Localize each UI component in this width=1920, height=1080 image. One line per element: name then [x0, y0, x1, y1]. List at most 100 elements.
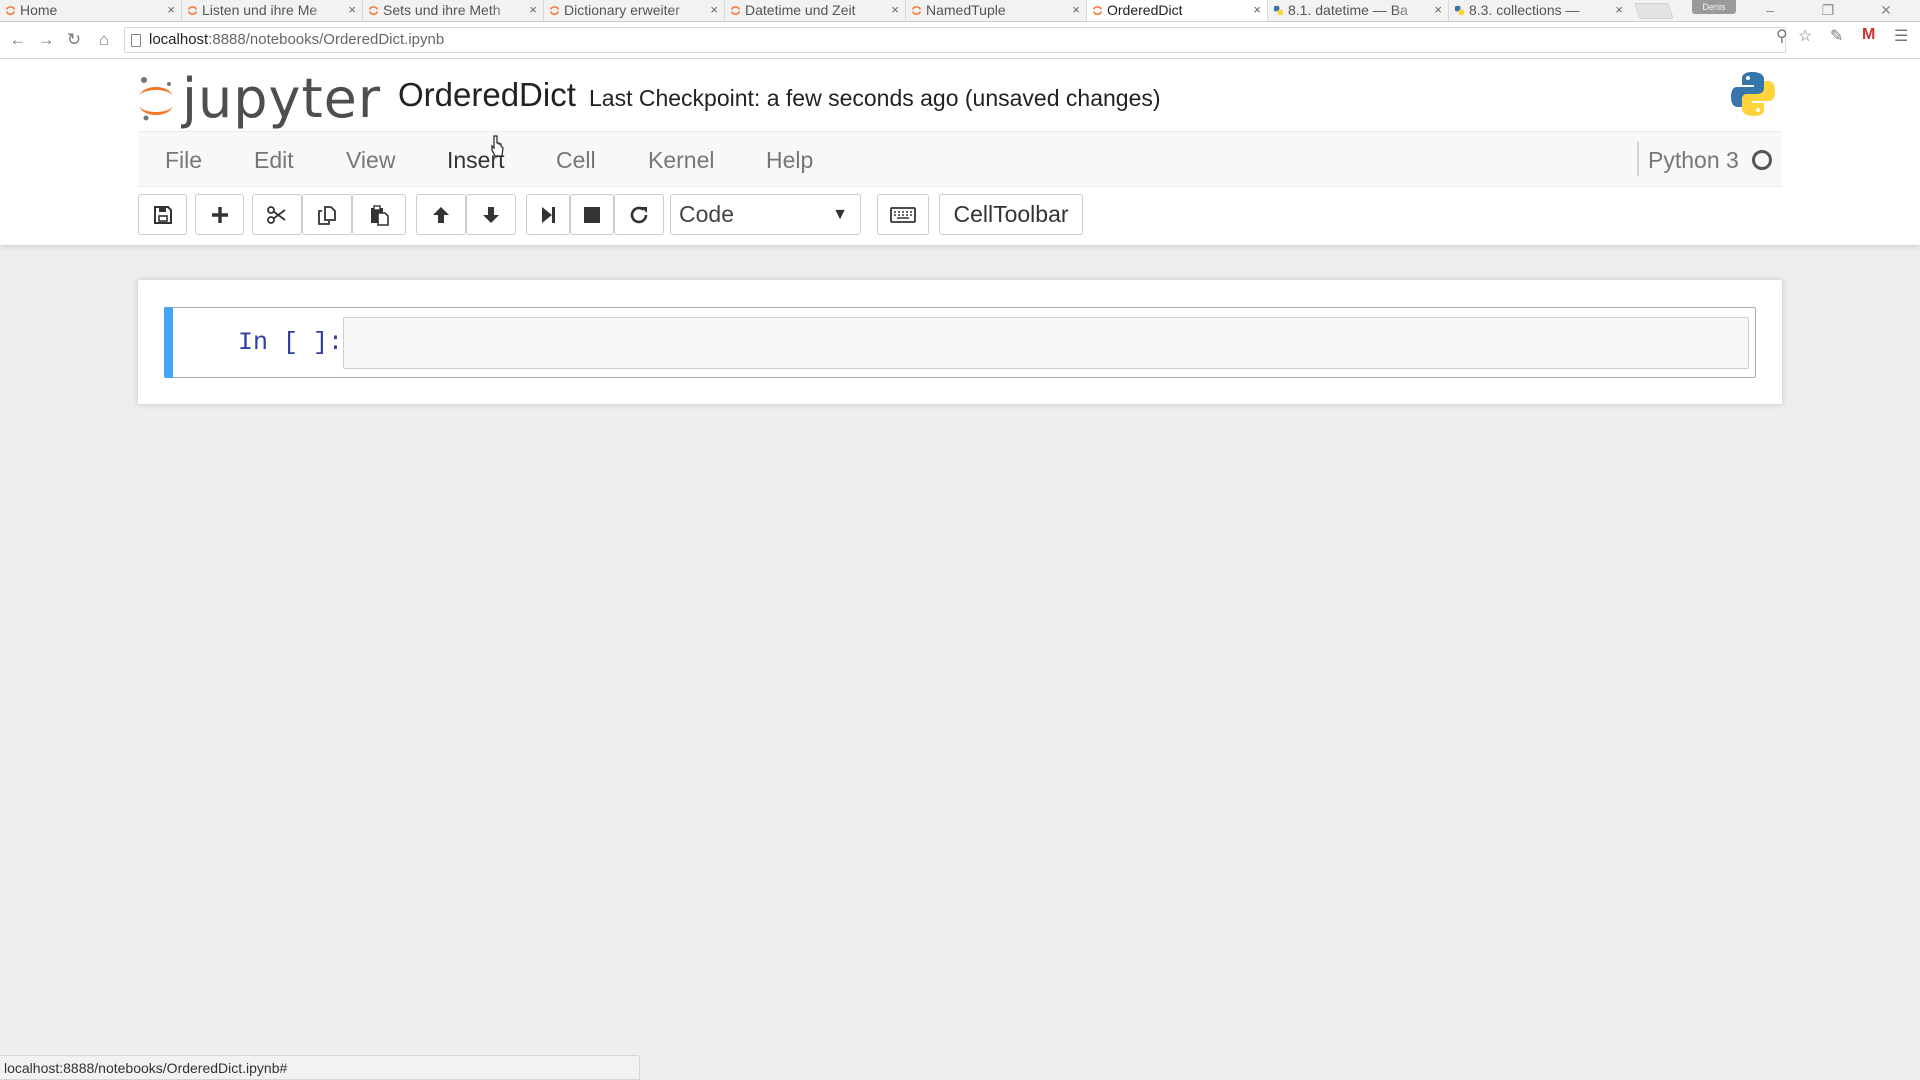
jupyter-icon: [1093, 6, 1102, 15]
tab-label: 8.3. collections —: [1469, 2, 1580, 18]
keyboard-icon: [890, 206, 916, 223]
bookmark-star-icon[interactable]: ☆: [1798, 26, 1812, 46]
caret-down-icon: ▼: [832, 206, 848, 223]
step-forward-icon: [542, 206, 555, 223]
kernel-idle-indicator-icon: [1752, 150, 1772, 170]
browser-tab-datetime-docs[interactable]: 8.1. datetime — Ba ×: [1267, 0, 1448, 21]
jupyter-logo[interactable]: jupyter: [136, 67, 381, 131]
minimize-icon[interactable]: –: [1748, 0, 1792, 22]
profile-badge[interactable]: Denis: [1692, 0, 1736, 14]
browser-tab-namedtuple[interactable]: NamedTuple ×: [905, 0, 1086, 21]
tab-label: Home: [20, 2, 58, 18]
jupyter-icon: [731, 6, 740, 15]
menu-edit[interactable]: Edit: [254, 132, 294, 188]
close-icon[interactable]: ×: [529, 0, 537, 21]
checkpoint-status: Last Checkpoint: a few seconds ago (unsa…: [589, 85, 1161, 111]
forward-arrow-icon[interactable]: →: [36, 30, 56, 50]
menu-kernel[interactable]: Kernel: [648, 132, 714, 188]
back-arrow-icon[interactable]: ←: [8, 30, 28, 50]
notebook-title[interactable]: OrderedDict: [398, 74, 576, 116]
menu-file[interactable]: File: [165, 132, 202, 188]
python-icon: [1273, 5, 1284, 16]
cell-type-value: Code: [679, 201, 734, 227]
plus-icon: [211, 206, 228, 223]
close-icon[interactable]: ×: [1615, 0, 1623, 21]
window-close-icon[interactable]: ✕: [1864, 0, 1908, 22]
close-icon[interactable]: ×: [1072, 0, 1080, 21]
close-icon[interactable]: ×: [1434, 0, 1442, 21]
close-icon[interactable]: ×: [710, 0, 718, 21]
menu-view[interactable]: View: [346, 132, 395, 188]
home-icon[interactable]: ⌂: [94, 30, 114, 50]
browser-tab-dictionary[interactable]: Dictionary erweiter ×: [543, 0, 724, 21]
paste-icon: [371, 204, 389, 226]
notebook-container: In [ ]:: [138, 280, 1782, 404]
cell-type-select[interactable]: Code ▼: [670, 194, 861, 235]
paste-cells-button[interactable]: [352, 194, 406, 235]
code-input-area[interactable]: [343, 317, 1749, 369]
browser-tab-strip: Home × Listen und ihre Me × Sets und ihr…: [0, 0, 1920, 22]
address-bar[interactable]: localhost:8888/notebooks/OrderedDict.ipy…: [124, 27, 1786, 53]
arrow-down-icon: [483, 206, 499, 223]
jupyter-icon: [6, 6, 15, 15]
jupyter-icon: [912, 6, 921, 15]
copy-icon: [318, 205, 336, 225]
page-icon: [131, 34, 141, 47]
browser-tab-datetime[interactable]: Datetime und Zeit ×: [724, 0, 905, 21]
browser-tab-home[interactable]: Home ×: [0, 0, 181, 21]
close-icon[interactable]: ×: [348, 0, 356, 21]
zoom-icon[interactable]: ⚲: [1776, 26, 1788, 46]
extension-icon[interactable]: ✎: [1830, 26, 1843, 46]
new-tab-button[interactable]: [1634, 3, 1674, 19]
stop-icon: [584, 206, 600, 223]
jupyter-logo-icon: [140, 77, 172, 121]
move-cell-up-button[interactable]: [416, 194, 466, 235]
refresh-icon: [630, 206, 648, 223]
close-icon[interactable]: ×: [167, 0, 175, 21]
jupyter-header: jupyter OrderedDict Last Checkpoint: a f…: [0, 59, 1920, 245]
interrupt-kernel-button[interactable]: [570, 194, 614, 235]
address-url: localhost:8888/notebooks/OrderedDict.ipy…: [149, 28, 444, 52]
browser-tab-collections-docs[interactable]: 8.3. collections — ×: [1448, 0, 1629, 21]
scissors-icon: [267, 205, 286, 224]
jupyter-icon: [550, 6, 559, 15]
jupyter-icon: [188, 6, 197, 15]
jupyter-logo-text: jupyter: [182, 67, 382, 130]
command-palette-button[interactable]: [877, 194, 929, 235]
copy-cells-button[interactable]: [302, 194, 352, 235]
close-icon[interactable]: ×: [891, 0, 899, 21]
tab-label: Datetime und Zeit: [745, 2, 856, 18]
save-button[interactable]: [138, 194, 187, 235]
browser-tab-ordereddict[interactable]: OrderedDict ×: [1086, 0, 1267, 21]
move-cell-down-button[interactable]: [466, 194, 516, 235]
close-icon[interactable]: ×: [1253, 0, 1261, 21]
kernel-name[interactable]: Python 3: [1648, 132, 1739, 188]
browser-tab-listen[interactable]: Listen und ihre Me ×: [181, 0, 362, 21]
tab-label: Sets und ihre Meth: [383, 2, 501, 18]
tab-label: OrderedDict: [1107, 2, 1183, 18]
python-logo-icon: [1731, 72, 1775, 116]
browser-tab-sets[interactable]: Sets und ihre Meth ×: [362, 0, 543, 21]
cut-cells-button[interactable]: [252, 194, 302, 235]
menu-help[interactable]: Help: [766, 132, 813, 188]
reload-icon[interactable]: ↻: [64, 30, 84, 50]
restart-kernel-button[interactable]: [614, 194, 664, 235]
run-cell-button[interactable]: [526, 194, 570, 235]
url-path: :8888/notebooks/OrderedDict.ipynb: [208, 31, 445, 48]
code-cell[interactable]: In [ ]:: [164, 307, 1756, 378]
notebook-menubar: File Edit View Insert Cell Kernel Help P…: [138, 131, 1782, 187]
restore-icon[interactable]: ❐: [1806, 0, 1850, 22]
gmail-icon[interactable]: M: [1862, 26, 1875, 44]
cell-selection-bar: [164, 307, 173, 378]
menu-cell[interactable]: Cell: [556, 132, 596, 188]
floppy-disk-icon: [153, 205, 172, 224]
celltoolbar-button[interactable]: CellToolbar: [939, 194, 1083, 235]
kernel-divider: [1637, 142, 1639, 176]
insert-cell-below-button[interactable]: [195, 194, 244, 235]
jupyter-icon: [369, 6, 378, 15]
browser-menu-icon[interactable]: ☰: [1894, 26, 1908, 46]
tab-label: Listen und ihre Me: [202, 2, 318, 18]
mouse-cursor-icon: [491, 135, 504, 157]
tab-label: Dictionary erweiter: [564, 2, 680, 18]
url-host: localhost: [149, 31, 209, 48]
